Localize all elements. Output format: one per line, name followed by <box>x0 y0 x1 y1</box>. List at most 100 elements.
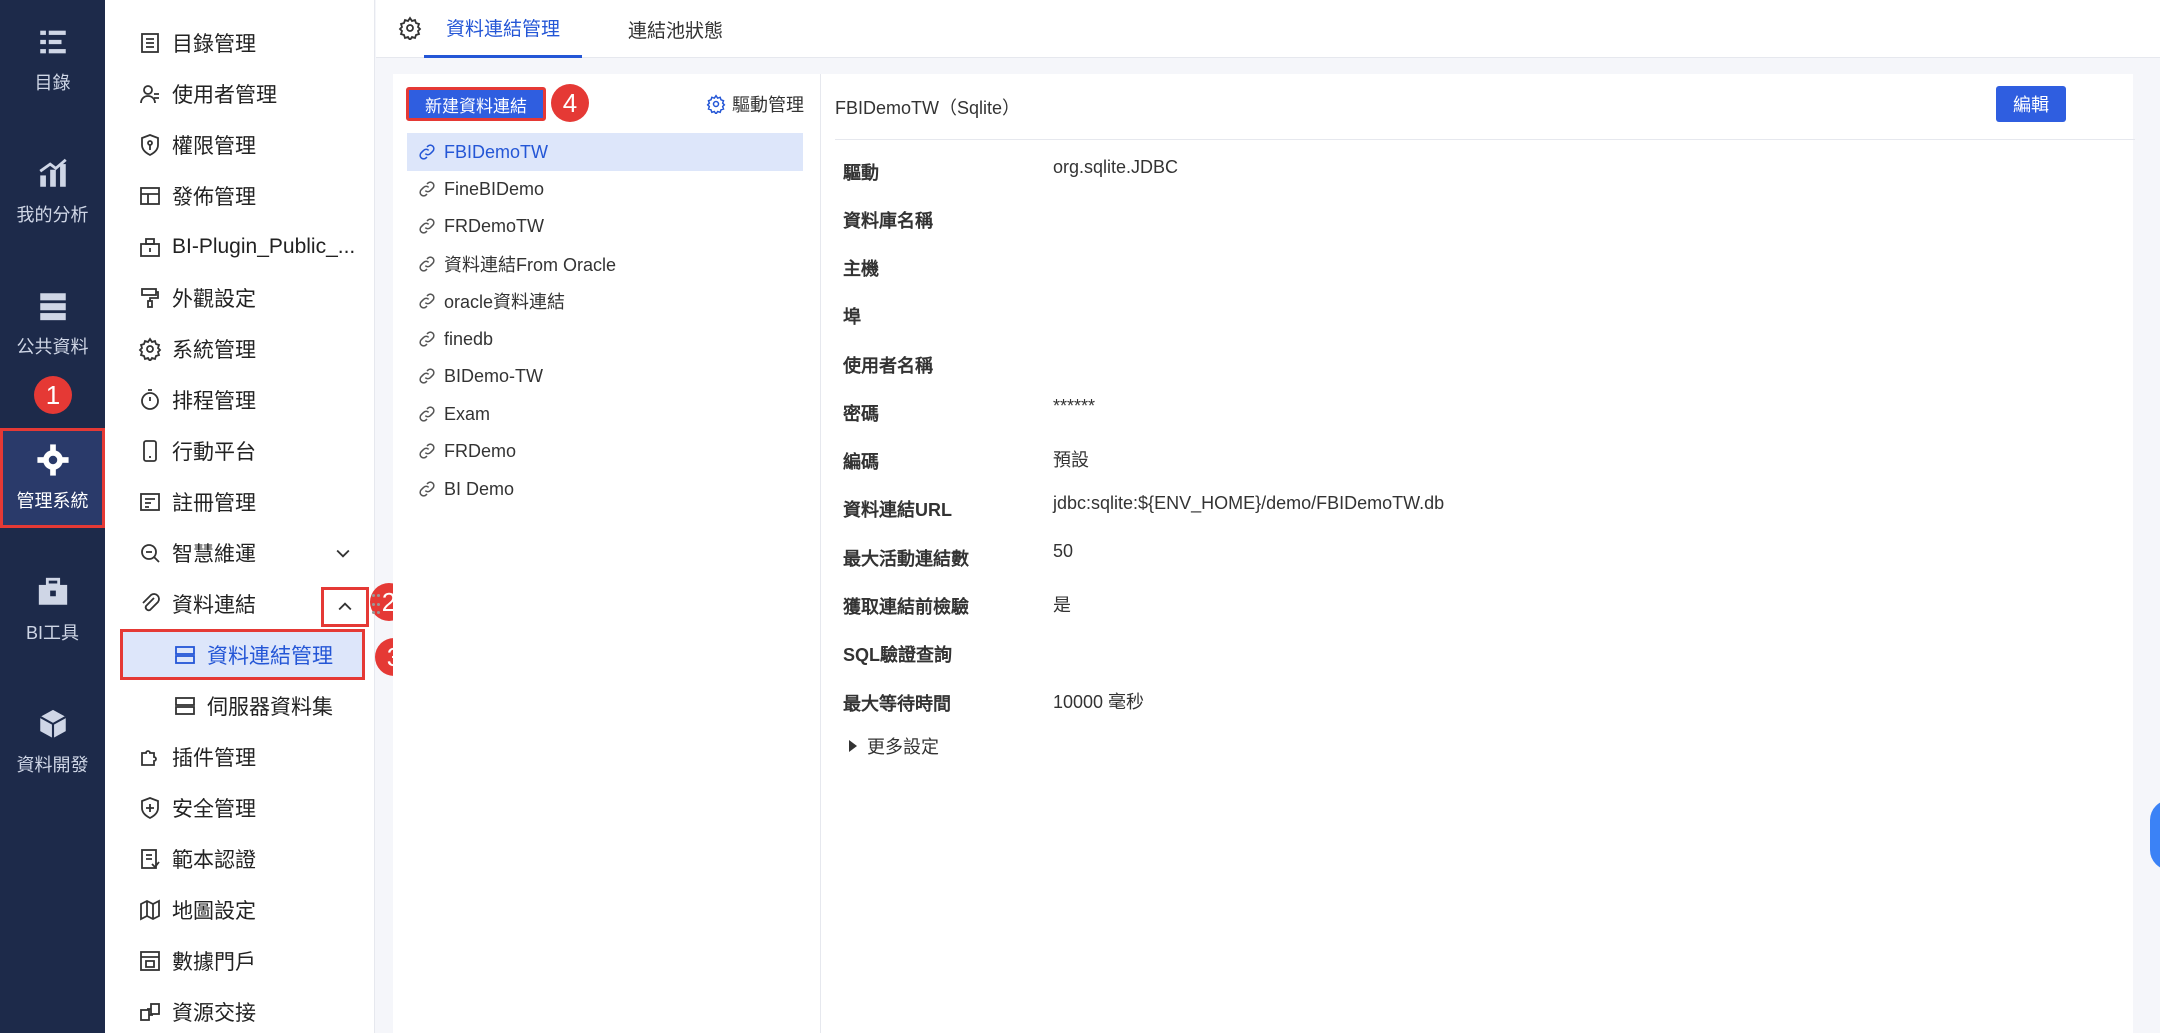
link-icon <box>419 406 435 422</box>
menu-item-data-portal[interactable]: 數據門戶 <box>105 935 375 986</box>
connection-item[interactable]: finedb <box>407 320 803 358</box>
map-icon <box>140 899 160 920</box>
menu-item-system-mgmt[interactable]: 系統管理 <box>105 323 375 374</box>
link-icon <box>419 368 435 384</box>
document-list-icon <box>141 32 159 53</box>
field-value-driver: org.sqlite.JDBC <box>1053 157 1179 177</box>
menu-item-bi-plugin[interactable]: BI-Plugin_Public_... <box>105 221 375 272</box>
menu-label: 使用者管理 <box>172 83 277 107</box>
rail-label: 公共資料 <box>16 337 89 357</box>
handover-icon <box>140 1002 160 1021</box>
tab-connection-pool-status[interactable]: 連結池狀態 <box>606 0 745 58</box>
menu-item-map-settings[interactable]: 地圖設定 <box>105 884 375 935</box>
connection-name: BIDemo-TW <box>444 365 543 386</box>
more-settings-toggle[interactable]: 更多設定 <box>849 733 939 759</box>
connection-item[interactable]: FRDemoTW <box>407 207 803 245</box>
connection-item[interactable]: FRDemo <box>407 432 803 470</box>
driver-mgmt-link[interactable]: 驅動管理 <box>706 91 804 117</box>
user-icon <box>140 84 159 103</box>
menu-label: 目錄管理 <box>172 32 256 56</box>
menu-label: BI-Plugin_Public_... <box>172 234 356 258</box>
server-icon <box>175 696 195 715</box>
field-label-driver: 驅動 <box>843 163 879 183</box>
menu-item-publish-mgmt[interactable]: 發佈管理 <box>105 170 375 221</box>
admin-menu: 目錄管理 使用者管理 權限管理 發佈管理 BI-Plugin_Public_..… <box>105 0 413 1033</box>
connection-name: FRDemoTW <box>444 215 544 236</box>
menu-label: 範本認證 <box>172 848 256 872</box>
field-value-password: ****** <box>1053 396 1096 416</box>
field-label-sql-validation: SQL驗證查詢 <box>843 645 953 665</box>
menu-item-resource-handover[interactable]: 資源交接 <box>105 986 375 1033</box>
rail-label: 我的分析 <box>16 205 89 225</box>
tab-bar: 資料連結管理 連結池狀態 <box>376 0 2160 58</box>
paint-roller-icon <box>141 287 159 308</box>
field-label-encoding: 編碼 <box>843 452 879 472</box>
gear-icon <box>138 336 162 361</box>
link-icon <box>419 481 435 497</box>
chevron-down-icon[interactable] <box>333 543 353 563</box>
menu-label: 排程管理 <box>172 389 256 413</box>
rail-item-my-analysis[interactable]: 我的分析 <box>0 142 105 242</box>
rail-item-data-dev[interactable]: 資料開發 <box>0 692 105 792</box>
connection-name: oracle資料連結 <box>444 292 566 312</box>
menu-item-template-auth[interactable]: 範本認證 <box>105 833 375 884</box>
new-connection-button[interactable]: 新建資料連結 <box>406 87 546 121</box>
menu-item-user-mgmt[interactable]: 使用者管理 <box>105 68 375 119</box>
rail-item-public-data[interactable]: 公共資料 <box>0 274 105 374</box>
menu-item-schedule-mgmt[interactable]: 排程管理 <box>105 374 375 425</box>
field-value-max-active: 50 <box>1053 541 1074 561</box>
menu-item-permission-mgmt[interactable]: 權限管理 <box>105 119 375 170</box>
rail-item-bi-tools[interactable]: BI工具 <box>0 560 105 660</box>
link-icon <box>419 256 435 272</box>
field-value-test-on-borrow: 是 <box>1053 595 1071 615</box>
menu-item-smart-ops[interactable]: 智慧維運 <box>105 527 375 578</box>
rail-item-catalog[interactable]: 目錄 <box>0 10 105 110</box>
connection-name: Exam <box>444 403 491 424</box>
link-icon <box>419 443 435 459</box>
gear-icon <box>706 94 726 114</box>
connection-item[interactable]: oracle資料連結 <box>407 282 803 320</box>
connection-item[interactable]: FineBIDemo <box>407 170 803 208</box>
resize-handle[interactable] <box>372 594 380 618</box>
field-value-url: jdbc:sqlite:${ENV_HOME}/demo/FBIDemoTW.d… <box>1053 493 1445 513</box>
menu-label: 安全管理 <box>172 797 256 821</box>
more-settings-label: 更多設定 <box>867 737 939 757</box>
registration-icon <box>140 492 160 511</box>
field-label-username: 使用者名稱 <box>843 356 933 376</box>
menu-item-security-mgmt[interactable]: 安全管理 <box>105 782 375 833</box>
step-badge-1: 1 <box>34 376 72 414</box>
rail-item-admin[interactable]: 管理系統 <box>0 428 105 528</box>
field-label-url: 資料連結URL <box>843 500 952 520</box>
cube-icon <box>39 709 66 739</box>
menu-item-catalog-mgmt[interactable]: 目錄管理 <box>105 17 375 68</box>
connection-item[interactable]: 資料連結From Oracle <box>407 245 803 283</box>
connection-item[interactable]: BI Demo <box>407 470 803 508</box>
connection-item[interactable]: Exam <box>407 395 803 433</box>
menu-label: 註冊管理 <box>172 491 256 515</box>
menu-label: 伺服器資料集 <box>207 695 333 719</box>
floating-assistant-button[interactable] <box>2150 800 2160 870</box>
connection-item[interactable]: FBIDemoTW <box>407 133 803 171</box>
menu-item-data-connection-mgmt[interactable]: 資料連結管理 <box>120 629 365 680</box>
field-label-password: 密碼 <box>843 404 879 424</box>
plugin-box-icon <box>140 237 160 257</box>
menu-item-appearance[interactable]: 外觀設定 <box>105 272 375 323</box>
tab-data-connection-mgmt[interactable]: 資料連結管理 <box>424 0 583 58</box>
portal-icon <box>140 950 160 971</box>
menu-item-server-dataset[interactable]: 伺服器資料集 <box>105 680 375 731</box>
menu-label: 數據門戶 <box>172 950 256 974</box>
connection-name: FRDemo <box>444 440 517 461</box>
menu-label: 權限管理 <box>172 134 256 158</box>
shield-key-icon <box>141 133 159 156</box>
edit-button[interactable]: 編輯 <box>1996 86 2066 122</box>
connection-item[interactable]: BIDemo-TW <box>407 357 803 395</box>
menu-label: 插件管理 <box>172 746 256 770</box>
collapse-toggle[interactable] <box>321 587 369 627</box>
rail-label: 資料開發 <box>16 755 89 775</box>
field-label-max-wait: 最大等待時間 <box>843 694 951 714</box>
rail-label: BI工具 <box>25 623 79 643</box>
menu-item-registration[interactable]: 註冊管理 <box>105 476 375 527</box>
menu-item-plugin-mgmt[interactable]: 插件管理 <box>105 731 375 782</box>
link-icon <box>419 144 435 160</box>
menu-item-mobile[interactable]: 行動平台 <box>105 425 375 476</box>
